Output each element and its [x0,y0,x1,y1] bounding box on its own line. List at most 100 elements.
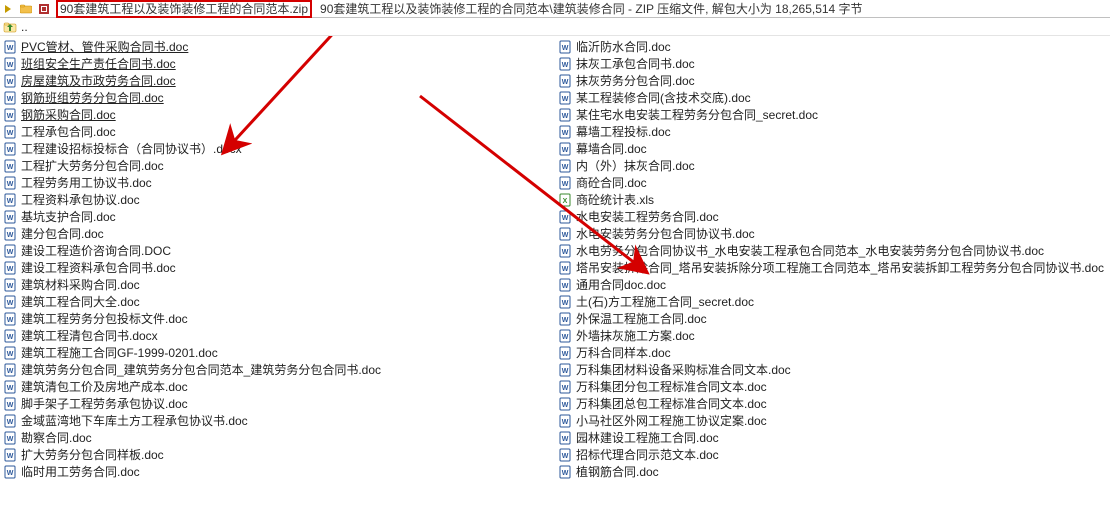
file-row[interactable]: W金域蓝湾地下车库土方工程承包协议书.doc [0,412,555,429]
file-row[interactable]: W建筑工程劳务分包投标文件.doc [0,310,555,327]
doc-file-icon: W [558,380,572,394]
doc-file-icon: W [558,261,572,275]
doc-file-icon: W [3,40,17,54]
file-row[interactable]: W建筑材料采购合同.doc [0,276,555,293]
file-name-label: 万科集团材料设备采购标准合同文本.doc [576,363,791,377]
file-row[interactable]: W幕墙工程投标.doc [555,123,1110,140]
file-row[interactable]: W房屋建筑及市政劳务合同.doc [0,72,555,89]
file-name-label: 建设工程资料承包合同书.doc [21,261,176,275]
file-row[interactable]: W工程承包合同.doc [0,123,555,140]
file-name-label: 临时用工劳务合同.doc [21,465,140,479]
svg-text:W: W [562,470,569,477]
file-row[interactable]: W 扩大劳务分包合同样板.doc [0,446,555,463]
file-row[interactable]: W万科集团总包工程标准合同文本.doc [555,395,1110,412]
svg-text:W: W [7,96,14,103]
file-row[interactable]: W幕墙合同.doc [555,140,1110,157]
svg-text:W: W [7,453,14,460]
file-row[interactable]: W建筑工程施工合同GF-1999-0201.doc [0,344,555,361]
up-folder-row[interactable]: .. [0,18,1110,35]
file-column-left: WPVC管材、管件采购合同书.docW班组安全生产责任合同书.docW房屋建筑及… [0,36,555,480]
file-row[interactable]: W招标代理合同示范文本.doc [555,446,1110,463]
file-row[interactable]: W建筑工程清包合同书.docx [0,327,555,344]
file-row[interactable]: W抹灰工承包合同书.doc [555,55,1110,72]
svg-text:W: W [7,130,14,137]
file-row[interactable]: W建筑劳务分包合同_建筑劳务分包合同范本_建筑劳务分包合同书.doc [0,361,555,378]
doc-file-icon: W [558,346,572,360]
file-row[interactable]: W万科合同样本.doc [555,344,1110,361]
file-row[interactable]: W脚手架子工程劳务承包协议.doc [0,395,555,412]
file-row[interactable]: W 万科集团材料设备采购标准合同文本.doc [555,361,1110,378]
doc-file-icon: W [3,210,17,224]
file-name-label: 商砼统计表.xls [576,193,654,207]
file-row[interactable]: W植钢筋合同.doc [555,463,1110,480]
file-row[interactable]: W内（外）抹灰合同.doc [555,157,1110,174]
file-name-label: 通用合同doc.doc [576,278,666,292]
doc-file-icon: W [3,380,17,394]
file-name-label: 工程建设招标投标合（合同协议书）.docx [21,142,242,156]
file-row[interactable]: W小马社区外网工程施工协议定案.doc [555,412,1110,429]
file-name-label: 建筑工程劳务分包投标文件.doc [21,312,188,326]
file-row[interactable]: W 通用合同doc.doc [555,276,1110,293]
doc-file-icon: W [558,295,572,309]
doc-file-icon: W [558,244,572,258]
file-row[interactable]: W建筑清包工价及房地产成本.doc [0,378,555,395]
doc-file-icon: W [3,176,17,190]
file-row[interactable]: W建设工程资料承包合同书.doc [0,259,555,276]
file-name-label: 水电安装劳务分包合同协议书.doc [576,227,755,241]
file-row[interactable]: W抹灰劳务分包合同.doc [555,72,1110,89]
doc-file-icon: W [558,278,572,292]
file-name-label: 抹灰工承包合同书.doc [576,57,695,71]
file-row[interactable]: W某住宅水电安装工程劳务分包合同_secret.doc [555,106,1110,123]
file-row[interactable]: X商砼统计表.xls [555,191,1110,208]
doc-file-icon: W [558,397,572,411]
svg-text:W: W [562,402,569,409]
up-folder-label: .. [21,20,28,34]
file-row[interactable]: W某工程装修合同(含技术交底).doc [555,89,1110,106]
file-row[interactable]: W勘察合同.doc [0,429,555,446]
file-row[interactable]: W外保温工程施工合同.doc [555,310,1110,327]
svg-text:W: W [562,96,569,103]
svg-text:W: W [7,215,14,222]
svg-text:W: W [7,300,14,307]
file-row[interactable]: W工程资料承包协议.doc [0,191,555,208]
file-row[interactable]: W工程建设招标投标合（合同协议书）.docx [0,140,555,157]
archive-icon [38,3,50,15]
doc-file-icon: W [558,431,572,445]
doc-file-icon: W [558,91,572,105]
file-row[interactable]: W基坑支护合同.doc [0,208,555,225]
file-row[interactable]: W工程劳务用工协议书.doc [0,174,555,191]
file-row[interactable]: WPVC管材、管件采购合同书.doc [0,38,555,55]
file-row[interactable]: W班组安全生产责任合同书.doc [0,55,555,72]
file-row[interactable]: W临沂防水合同.doc [555,38,1110,55]
svg-text:W: W [562,368,569,375]
file-row[interactable]: W水电劳务分包合同协议书_水电安装工程承包合同范本_水电安装劳务分包合同协议书.… [555,242,1110,259]
file-row[interactable]: W外墙抹灰施工方案.doc [555,327,1110,344]
file-name-label: 扩大劳务分包合同样板.doc [21,448,164,462]
file-row[interactable]: W园林建设工程施工合同.doc [555,429,1110,446]
file-row[interactable]: W万科集团分包工程标准合同文本.doc [555,378,1110,395]
file-row[interactable]: W建筑工程合同大全.doc [0,293,555,310]
file-row[interactable]: W钢筋采购合同.doc [0,106,555,123]
file-name-label: 钢筋班组劳务分包合同.doc [21,91,164,105]
doc-file-icon: W [558,329,572,343]
file-row[interactable]: W建分包合同.doc [0,225,555,242]
file-row[interactable]: W商砼合同.doc [555,174,1110,191]
file-row[interactable]: W 钢筋班组劳务分包合同.doc [0,89,555,106]
file-name-label: 建设工程造价咨询合同.DOC [21,244,171,258]
file-row[interactable]: W临时用工劳务合同.doc [0,463,555,480]
svg-text:W: W [7,402,14,409]
folder-icon [20,3,32,15]
file-row[interactable]: W土(石)方工程施工合同_secret.doc [555,293,1110,310]
doc-file-icon: W [3,193,17,207]
svg-text:W: W [562,300,569,307]
file-row[interactable]: W建设工程造价咨询合同.DOC [0,242,555,259]
file-row[interactable]: W塔吊安装拆除合同_塔吊安装拆除分项工程施工合同范本_塔吊安装拆卸工程劳务分包合… [555,259,1110,276]
file-row[interactable]: W工程扩大劳务分包合同.doc [0,157,555,174]
file-row[interactable]: W水电安装工程劳务合同.doc [555,208,1110,225]
svg-text:W: W [562,79,569,86]
doc-file-icon: W [558,40,572,54]
archive-name[interactable]: 90套建筑工程以及装饰装修工程的合同范本.zip [56,0,312,18]
svg-text:W: W [562,419,569,426]
file-row[interactable]: W水电安装劳务分包合同协议书.doc [555,225,1110,242]
doc-file-icon: W [558,448,572,462]
